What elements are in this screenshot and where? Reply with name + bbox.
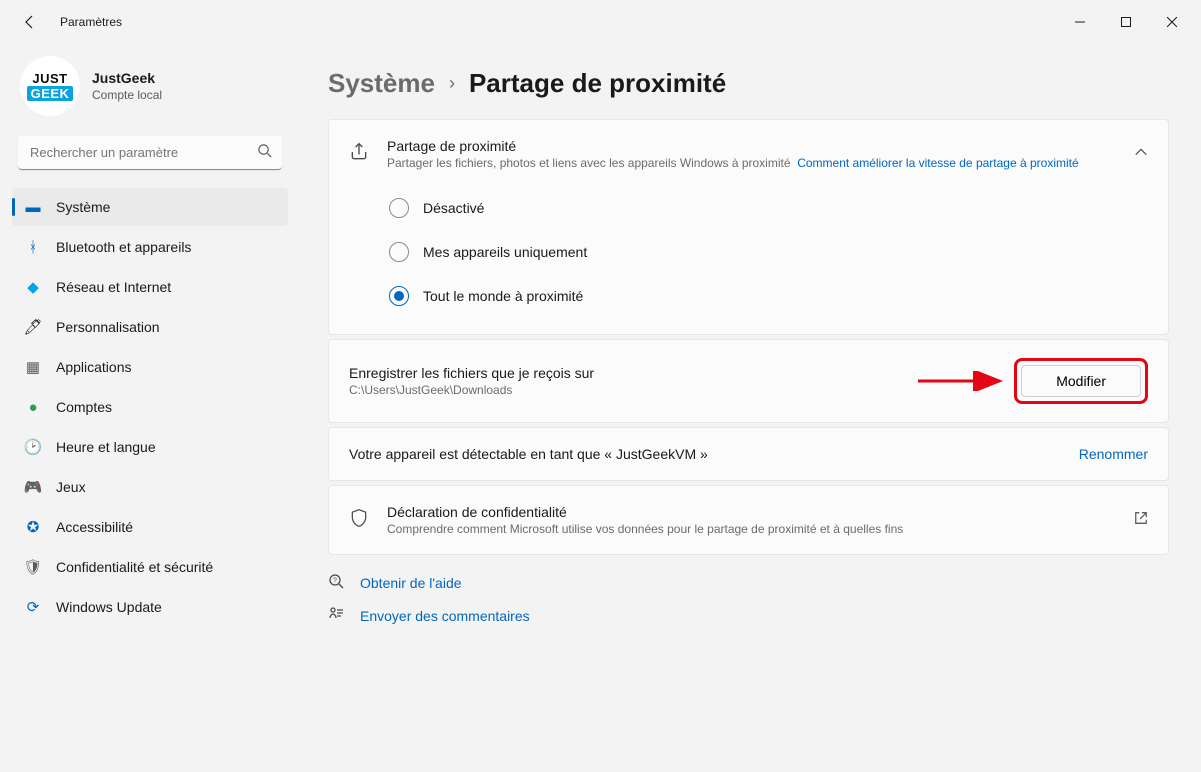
sidebar-item-label: Applications (56, 359, 132, 375)
sidebar-item-label: Bluetooth et appareils (56, 239, 191, 255)
sidebar-item-network[interactable]: ◆ Réseau et Internet (12, 268, 288, 306)
sidebar-item-label: Réseau et Internet (56, 279, 171, 295)
maximize-button[interactable] (1103, 6, 1149, 38)
sidebar-item-label: Confidentialité et sécurité (56, 559, 213, 575)
sidebar-item-label: Accessibilité (56, 519, 133, 535)
minimize-icon (1075, 17, 1085, 27)
get-help-link[interactable]: ? Obtenir de l'aide (328, 573, 1169, 592)
avatar-text-top: JUST (32, 72, 67, 85)
rename-link[interactable]: Renommer (1079, 446, 1148, 462)
sidebar-item-privacy[interactable]: 🛡 Confidentialité et sécurité (12, 548, 288, 586)
profile-name: JustGeek (92, 70, 162, 86)
discoverable-card: Votre appareil est détectable en tant qu… (328, 427, 1169, 481)
card-title: Partage de proximité (387, 138, 1116, 154)
radio-icon (389, 286, 409, 306)
sidebar-item-label: Comptes (56, 399, 112, 415)
breadcrumb-root[interactable]: Système (328, 68, 435, 99)
privacy-subtitle: Comprendre comment Microsoft utilise vos… (387, 522, 1116, 536)
radio-my-devices[interactable]: Mes appareils uniquement (389, 242, 1148, 262)
help-icon: ? (328, 573, 346, 592)
feedback-icon (328, 606, 346, 625)
radio-everyone[interactable]: Tout le monde à proximité (389, 286, 1148, 306)
search-box[interactable] (18, 136, 282, 170)
update-icon: ⟳ (24, 598, 42, 616)
page-title: Partage de proximité (469, 68, 726, 99)
close-icon (1167, 17, 1177, 27)
sidebar: JUST GEEK JustGeek Compte local ▬ Système… (0, 44, 300, 772)
nearby-sharing-card: Partage de proximité Partager les fichie… (328, 119, 1169, 335)
radio-label: Tout le monde à proximité (423, 288, 583, 304)
modify-button[interactable]: Modifier (1021, 365, 1141, 397)
radio-icon (389, 242, 409, 262)
radio-icon (389, 198, 409, 218)
breadcrumb: Système › Partage de proximité (328, 68, 1169, 99)
radio-label: Mes appareils uniquement (423, 244, 587, 260)
avatar-text-bottom: GEEK (27, 86, 74, 101)
chevron-right-icon: › (449, 73, 455, 94)
share-icon (349, 142, 369, 167)
window-title: Paramètres (60, 15, 122, 29)
send-feedback-link[interactable]: Envoyer des commentaires (328, 606, 1169, 625)
footer-links: ? Obtenir de l'aide Envoyer des commenta… (328, 573, 1169, 625)
link-label: Envoyer des commentaires (360, 608, 530, 624)
wifi-icon: ◆ (24, 278, 42, 296)
shield-outline-icon (349, 508, 369, 533)
back-button[interactable] (18, 10, 42, 34)
sidebar-item-accessibility[interactable]: ✪ Accessibilité (12, 508, 288, 546)
close-button[interactable] (1149, 6, 1195, 38)
nav: ▬ Système ᚼ Bluetooth et appareils ◆ Réseau… (12, 188, 288, 626)
card-subtitle: Partager les fichiers, photos et liens a… (387, 156, 1116, 170)
sidebar-item-label: Jeux (56, 479, 86, 495)
main-content: Système › Partage de proximité Partage d… (300, 44, 1201, 772)
sidebar-item-label: Personnalisation (56, 319, 160, 335)
privacy-title: Déclaration de confidentialité (387, 504, 1116, 520)
search-icon (257, 143, 272, 163)
sidebar-item-system[interactable]: ▬ Système (12, 188, 288, 226)
profile-block[interactable]: JUST GEEK JustGeek Compte local (12, 52, 288, 130)
privacy-card[interactable]: Déclaration de confidentialité Comprendr… (328, 485, 1169, 555)
save-location-path: C:\Users\JustGeek\Downloads (349, 383, 996, 397)
sidebar-item-time[interactable]: 🕑 Heure et langue (12, 428, 288, 466)
nearby-sharing-header[interactable]: Partage de proximité Partager les fichie… (329, 120, 1168, 186)
accessibility-icon: ✪ (24, 518, 42, 536)
minimize-button[interactable] (1057, 6, 1103, 38)
gaming-icon: 🎮 (24, 478, 42, 496)
sidebar-item-accounts[interactable]: ● Comptes (12, 388, 288, 426)
sidebar-item-label: Windows Update (56, 599, 162, 615)
shield-icon: 🛡 (24, 558, 42, 576)
annotation-highlight: Modifier (1014, 358, 1148, 404)
search-input[interactable] (18, 136, 282, 170)
bluetooth-icon: ᚼ (24, 238, 42, 256)
maximize-icon (1121, 17, 1131, 27)
sidebar-item-personalization[interactable]: 🖊 Personnalisation (12, 308, 288, 346)
radio-label: Désactivé (423, 200, 484, 216)
display-icon: ▬ (24, 198, 42, 216)
link-label: Obtenir de l'aide (360, 575, 462, 591)
sidebar-item-bluetooth[interactable]: ᚼ Bluetooth et appareils (12, 228, 288, 266)
sharing-radio-group: Désactivé Mes appareils uniquement Tout … (329, 186, 1168, 334)
external-link-icon (1134, 511, 1148, 530)
apps-icon: ▦ (24, 358, 42, 376)
globe-icon: 🕑 (24, 438, 42, 456)
person-icon: ● (24, 398, 42, 416)
brush-icon: 🖊 (24, 318, 42, 336)
sidebar-item-label: Heure et langue (56, 439, 156, 455)
arrow-left-icon (22, 14, 38, 30)
save-location-title: Enregistrer les fichiers que je reçois s… (349, 365, 996, 381)
profile-subtitle: Compte local (92, 88, 162, 102)
save-location-card: Enregistrer les fichiers que je reçois s… (328, 339, 1169, 423)
annotation-arrow-icon (918, 371, 1010, 391)
sidebar-item-apps[interactable]: ▦ Applications (12, 348, 288, 386)
discoverable-text: Votre appareil est détectable en tant qu… (349, 446, 1061, 462)
svg-text:?: ? (333, 578, 337, 585)
sidebar-item-gaming[interactable]: 🎮 Jeux (12, 468, 288, 506)
improve-speed-link[interactable]: Comment améliorer la vitesse de partage … (797, 156, 1078, 170)
sidebar-item-update[interactable]: ⟳ Windows Update (12, 588, 288, 626)
sidebar-item-label: Système (56, 199, 110, 215)
radio-off[interactable]: Désactivé (389, 198, 1148, 218)
chevron-up-icon (1134, 145, 1148, 164)
titlebar: Paramètres (0, 0, 1201, 44)
avatar: JUST GEEK (20, 56, 80, 116)
